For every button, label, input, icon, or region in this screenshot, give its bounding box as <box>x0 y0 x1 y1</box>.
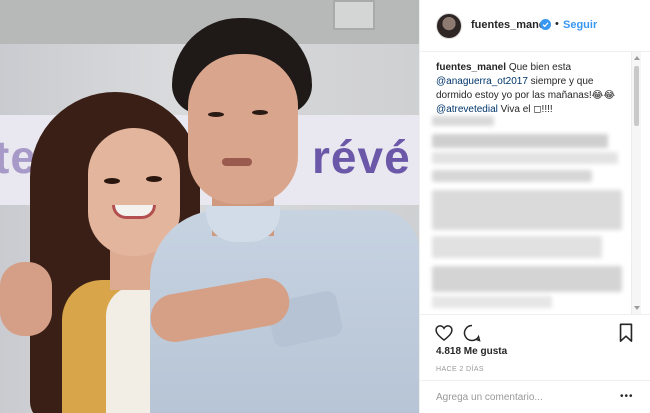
man-eye-left <box>208 112 224 117</box>
blurred-comment <box>432 134 608 148</box>
blurred-comment <box>432 170 592 182</box>
scroll-down-icon[interactable] <box>634 306 640 310</box>
bookmark-icon[interactable] <box>618 323 634 343</box>
heart-icon[interactable] <box>434 323 454 343</box>
add-comment-bar: ••• <box>420 380 650 413</box>
blurred-comment <box>432 296 552 308</box>
scroll-thumb[interactable] <box>634 66 639 126</box>
likes-count[interactable]: 4.818 Me gusta <box>436 346 507 357</box>
follow-button[interactable]: Seguir <box>563 19 597 31</box>
caption-mention-2[interactable]: @atrevetedial <box>436 104 498 115</box>
comments-area[interactable]: fuentes_manel Que bien esta @anaguerra_o… <box>420 52 650 314</box>
photo-ceiling-vent <box>333 0 375 30</box>
blurred-comment <box>432 236 602 258</box>
more-options-icon[interactable]: ••• <box>620 392 634 402</box>
comment-input[interactable] <box>436 389 616 405</box>
comments-scrollbar[interactable] <box>631 52 641 314</box>
caption-text-3: Viva el ◻!!!! <box>500 104 553 115</box>
post-side-panel: fuentes_manel • Seguir fuentes_manel Que… <box>419 0 650 413</box>
man-face <box>188 54 298 204</box>
woman-arm <box>0 262 52 336</box>
caption-mention-1[interactable]: @anaguerra_ot2017 <box>436 76 528 87</box>
verified-badge-icon <box>540 19 551 30</box>
caption-username[interactable]: fuentes_manel <box>436 62 506 73</box>
post-timestamp: HACE 2 DÍAS <box>436 366 484 373</box>
blurred-comment <box>432 152 618 164</box>
post-photo[interactable]: te révé <box>0 0 419 413</box>
blurred-comment <box>432 116 494 126</box>
photo-banner-text-right: révé <box>312 131 411 183</box>
woman-eye-right <box>146 176 162 182</box>
avatar[interactable] <box>436 13 462 39</box>
man-mouth <box>222 158 252 166</box>
blurred-comment <box>432 266 622 292</box>
post-actions <box>420 314 650 348</box>
header-separator: • <box>555 18 559 30</box>
post-header: fuentes_manel • Seguir <box>420 0 650 52</box>
caption-text-1: Que bien esta <box>508 62 572 73</box>
woman-eye-left <box>104 178 120 184</box>
scroll-up-icon[interactable] <box>634 56 640 60</box>
post-caption: fuentes_manel Que bien esta @anaguerra_o… <box>436 61 628 117</box>
man-eye-right <box>252 110 268 115</box>
blurred-comment <box>432 190 622 230</box>
comment-icon[interactable] <box>462 323 482 343</box>
header-username[interactable]: fuentes_manel <box>471 19 548 31</box>
